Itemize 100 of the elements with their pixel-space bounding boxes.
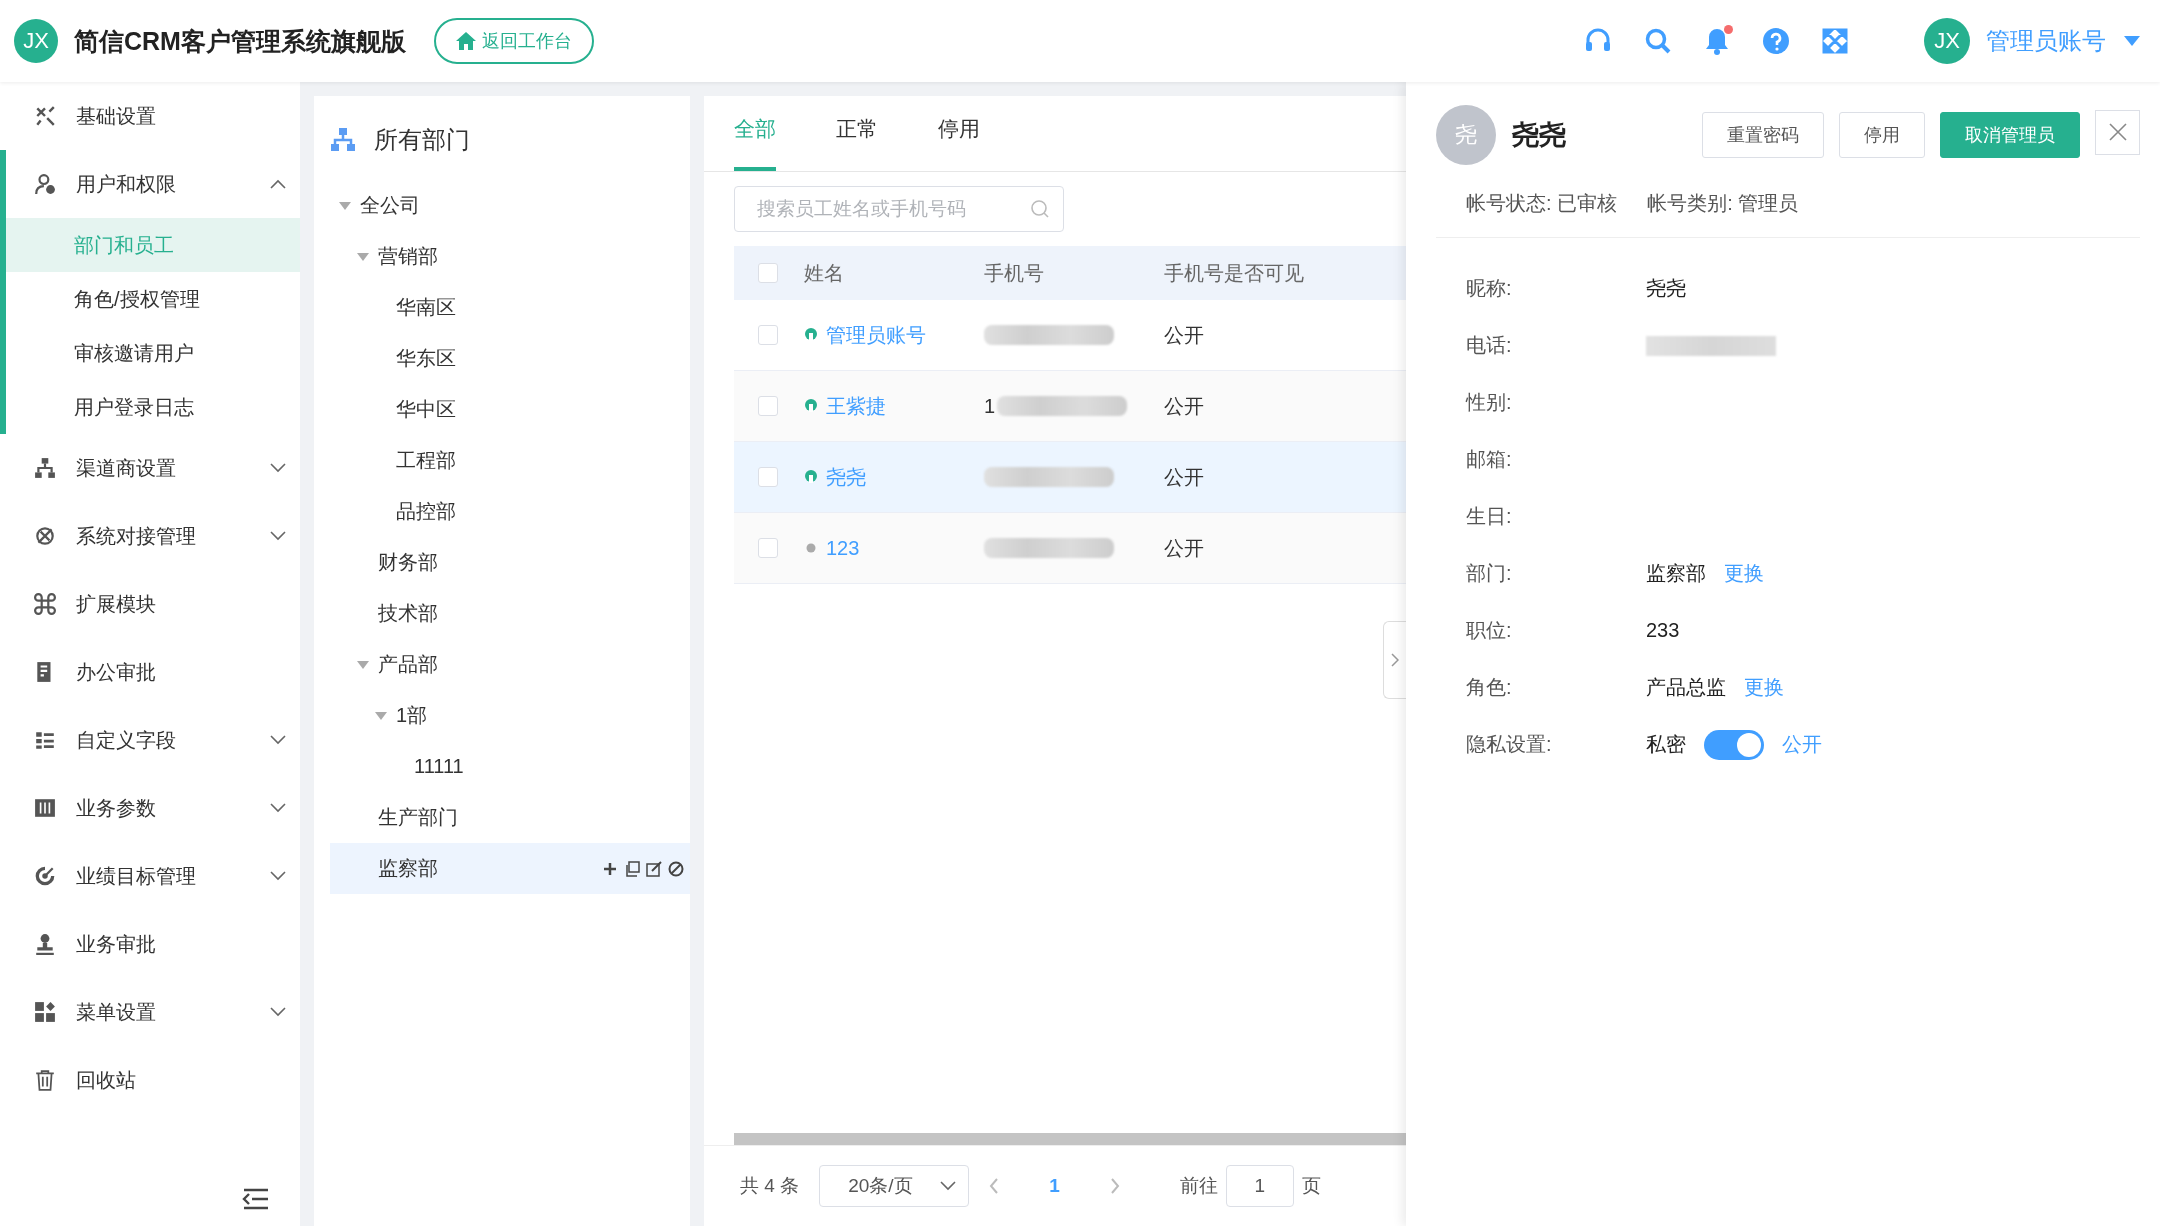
- row-checkbox[interactable]: [758, 396, 778, 416]
- field-label: 昵称:: [1466, 276, 1513, 301]
- panel-title: 所有部门: [374, 125, 470, 155]
- select-all-checkbox[interactable]: [758, 263, 778, 283]
- tree-item[interactable]: 1部: [330, 690, 690, 741]
- edit-icon[interactable]: [646, 860, 662, 877]
- org-chart-icon: [330, 127, 356, 153]
- switch-label: 公开: [1782, 732, 1822, 757]
- switch-label: 私密: [1646, 732, 1686, 757]
- tree-item[interactable]: 华中区: [330, 384, 690, 435]
- sidebar-item[interactable]: 用户和权限: [6, 150, 300, 218]
- column-header: 姓名: [804, 260, 845, 286]
- sidebar-item[interactable]: 菜单设置: [0, 978, 300, 1046]
- stamp-icon: [34, 933, 56, 955]
- triangle-icon: [357, 252, 369, 261]
- bell-icon[interactable]: [1704, 27, 1730, 55]
- search-field[interactable]: 搜索员工姓名或手机号码: [734, 186, 1064, 232]
- trash-icon: [34, 1069, 56, 1091]
- search-icon[interactable]: [1644, 27, 1672, 55]
- sidebar-subitem[interactable]: 角色/授权管理: [6, 272, 300, 326]
- table-row[interactable]: 123 公开: [734, 513, 1406, 584]
- triangle-icon: [375, 711, 387, 720]
- tree-label: 华东区: [396, 346, 456, 371]
- field-label: 职位:: [1466, 618, 1513, 643]
- home-icon: [455, 32, 476, 50]
- field-label: 邮箱:: [1466, 447, 1513, 472]
- tree-item[interactable]: 华东区: [330, 333, 690, 384]
- field-label: 性别:: [1466, 390, 1513, 415]
- sidebar-item[interactable]: 基础设置: [0, 82, 300, 150]
- sidebar-subitem[interactable]: 审核邀请用户: [6, 326, 300, 380]
- page-size-select[interactable]: 20条/页: [819, 1165, 970, 1207]
- menu-collapse-icon[interactable]: [242, 1188, 270, 1210]
- tree-item[interactable]: 财务部: [330, 537, 690, 588]
- sidebar-item[interactable]: 回收站: [0, 1046, 300, 1114]
- collapse-handle[interactable]: [1383, 621, 1406, 699]
- sidebar-item[interactable]: 业务审批: [0, 910, 300, 978]
- chevron-right-icon: [1391, 653, 1399, 667]
- row-checkbox[interactable]: [758, 467, 778, 487]
- field-value: 尧尧: [1646, 276, 1686, 301]
- page-suffix: 页: [1301, 1174, 1321, 1198]
- block-icon[interactable]: [668, 860, 684, 877]
- close-icon[interactable]: [2095, 109, 2140, 155]
- help-icon[interactable]: [1762, 27, 1790, 55]
- filter-tab[interactable]: 正常: [836, 114, 878, 171]
- column-header: 手机号: [984, 260, 1045, 286]
- row-checkbox[interactable]: [758, 325, 778, 345]
- tree-label: 营销部: [378, 244, 438, 269]
- tree-label: 1部: [396, 703, 428, 728]
- goto-label: 前往: [1179, 1174, 1218, 1198]
- tree-item[interactable]: 品控部: [330, 486, 690, 537]
- plus-icon[interactable]: [602, 860, 618, 877]
- copy-icon[interactable]: [624, 860, 640, 877]
- sidebar-item[interactable]: 办公审批: [0, 638, 300, 706]
- next-page-icon[interactable]: [1109, 1178, 1120, 1194]
- row-checkbox[interactable]: [758, 538, 778, 558]
- tree-item[interactable]: 11111: [330, 741, 690, 792]
- filter-tab[interactable]: 停用: [938, 114, 980, 171]
- tree-item[interactable]: 生产部门: [330, 792, 690, 843]
- tree-item[interactable]: 技术部: [330, 588, 690, 639]
- user-name: 尧尧: [1512, 119, 1567, 152]
- field-value: 233: [1646, 619, 1680, 642]
- account-info: 帐号类别: 管理员: [1647, 191, 1799, 216]
- goto-page-field[interactable]: 1: [1225, 1165, 1294, 1207]
- tree-label: 全公司: [360, 193, 420, 218]
- privacy-switch[interactable]: [1704, 729, 1764, 760]
- action-button[interactable]: 停用: [1839, 112, 1925, 158]
- sidebar-item[interactable]: 系统对接管理: [0, 502, 300, 570]
- sidebar-item[interactable]: 业务参数: [0, 774, 300, 842]
- field-label: 电话:: [1466, 333, 1513, 358]
- tree-item[interactable]: 产品部: [330, 639, 690, 690]
- tree-item[interactable]: 全公司: [330, 180, 690, 231]
- tree-item[interactable]: 监察部: [330, 843, 690, 894]
- column-header: 手机号是否可见: [1164, 260, 1305, 286]
- table-row[interactable]: 王紫捷 1 公开: [734, 371, 1406, 442]
- search-icon: [1030, 199, 1050, 219]
- prev-page-icon[interactable]: [989, 1178, 1000, 1194]
- table-cell-text: 公开: [1164, 535, 1205, 561]
- tree-item[interactable]: 工程部: [330, 435, 690, 486]
- total-count: 共 4 条: [740, 1174, 800, 1198]
- tree-label: 技术部: [378, 601, 438, 626]
- tree-item[interactable]: 华南区: [330, 282, 690, 333]
- sidebar-item[interactable]: 自定义字段: [0, 706, 300, 774]
- sidebar-item[interactable]: 业绩目标管理: [0, 842, 300, 910]
- user-avatar: 尧: [1436, 105, 1496, 165]
- horizontal-scrollbar[interactable]: [734, 1133, 1406, 1145]
- action-button[interactable]: 重置密码: [1702, 112, 1824, 158]
- account-info: 帐号状态: 已审核: [1466, 191, 1618, 216]
- table-cell-text: 公开: [1164, 393, 1205, 419]
- table-row[interactable]: 尧尧 公开: [734, 442, 1406, 513]
- sidebar-item[interactable]: 渠道商设置: [0, 434, 300, 502]
- sidebar-item[interactable]: 扩展模块: [0, 570, 300, 638]
- caret-icon[interactable]: [2124, 36, 2140, 46]
- tree-item[interactable]: 营销部: [330, 231, 690, 282]
- tree-label: 品控部: [396, 499, 456, 524]
- phone-digit: 1: [984, 394, 996, 418]
- sidebar-subitem[interactable]: 用户登录日志: [6, 380, 300, 434]
- org-icon: [34, 457, 56, 479]
- tree-label: 华南区: [396, 295, 456, 320]
- field-label: 部门:: [1466, 561, 1513, 586]
- grid-icon: [34, 1001, 56, 1023]
